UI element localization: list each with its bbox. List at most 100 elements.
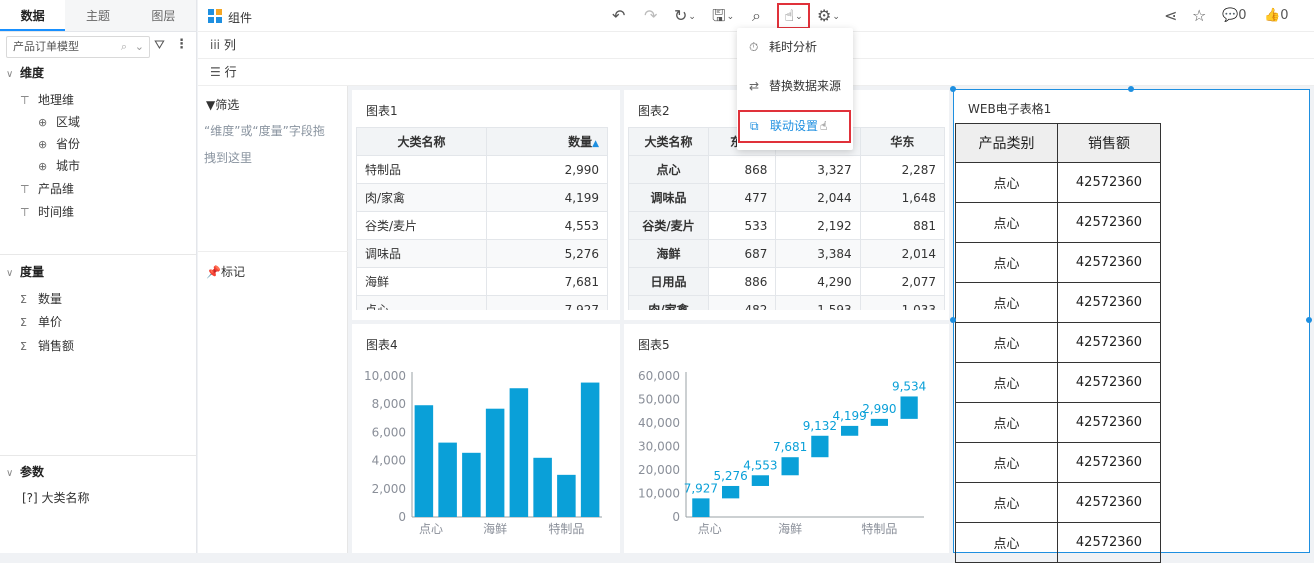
refresh-icon[interactable]: ↻⌄ xyxy=(674,6,696,27)
swap-icon: ⇄ xyxy=(749,79,760,93)
table-cell: 3,384 xyxy=(775,239,861,268)
save-icon[interactable]: 🖫⌄ xyxy=(712,6,734,27)
x-tick-label: 海鲜 xyxy=(483,521,507,536)
settings-icon[interactable]: ⚙⌄ xyxy=(817,6,840,27)
table-row[interactable]: 点心 42572360 xyxy=(955,442,1161,483)
chart4-card[interactable]: 图表4 0 2,000 4,000 6,000 8,000 10,000 点心 海鲜 特制品 xyxy=(352,324,620,553)
y-tick-label: 10,000 xyxy=(364,369,406,383)
collapse-icon: ∨ xyxy=(6,468,14,479)
bar xyxy=(692,498,710,517)
table-row[interactable]: 点心 42572360 xyxy=(955,362,1161,403)
table-row[interactable]: 肉/家禽 482 1,593 1,033 xyxy=(628,295,945,310)
model-select[interactable]: 产品订单模型 ⌕ ⌄ xyxy=(6,36,150,58)
table-cell: 肉/家禽 xyxy=(356,183,487,212)
table-row[interactable]: 点心 42572360 xyxy=(955,242,1161,283)
table-cell: 42572360 xyxy=(1057,322,1161,363)
sort-icon[interactable]: ▲ xyxy=(592,139,599,149)
comment-button[interactable]: 💬0 xyxy=(1222,6,1246,26)
table-row[interactable]: 海鲜 687 3,384 2,014 xyxy=(628,239,945,268)
redo-icon[interactable]: ↷ xyxy=(644,6,657,26)
menu-item-timing[interactable]: ⏱ 耗时分析 xyxy=(749,37,817,57)
resize-handle[interactable] xyxy=(950,86,956,92)
star-icon[interactable]: ☆ xyxy=(1192,6,1206,26)
table-row[interactable]: 点心 42572360 xyxy=(955,282,1161,323)
chevron-down-icon[interactable]: ⌄ xyxy=(135,37,144,57)
measure-label: 单价 xyxy=(38,315,63,329)
tab-data[interactable]: 数据 xyxy=(0,0,66,31)
y-tick-label: 0 xyxy=(672,510,680,524)
table-row[interactable]: 谷类/麦片 4,553 xyxy=(356,211,608,240)
collapse-icon: ∨ xyxy=(6,69,14,80)
tree-item-province[interactable]: ⊕ 省份 xyxy=(38,135,80,152)
table-cell: 42572360 xyxy=(1057,402,1161,443)
chart1-card[interactable]: 图表1 大类名称 数量▲ 特制品 2,990 肉/家禽 4,199 谷类/麦片 4,553… xyxy=(352,90,620,320)
table-row[interactable]: 点心 7,927 xyxy=(356,295,608,310)
resize-handle[interactable] xyxy=(1128,86,1134,92)
table-row[interactable]: 调味品 477 2,044 1,648 xyxy=(628,183,945,212)
table-row[interactable]: 点心 868 3,327 2,287 xyxy=(628,155,945,184)
interaction-menu: ⏱ 耗时分析 ⇄ 替换数据来源 ⧉ 联动设置 ☝ xyxy=(737,28,853,150)
param-item[interactable]: [?] 大类名称 xyxy=(22,489,90,506)
table-row[interactable]: 点心 42572360 xyxy=(955,202,1161,243)
table-row[interactable]: 日用品 886 4,290 2,077 xyxy=(628,267,945,296)
measure-item[interactable]: Σ 销售额 xyxy=(20,337,74,354)
web-spreadsheet[interactable]: WEB电子表格1 产品类别 销售额 点心 42572360 点心 42572360 点心… xyxy=(953,89,1310,563)
column-header[interactable]: 销售额 xyxy=(1057,123,1161,163)
tree-item-region[interactable]: ⊕ 区域 xyxy=(38,113,80,130)
search-icon[interactable]: ⌕ xyxy=(121,37,127,57)
table-row[interactable]: 调味品 5,276 xyxy=(356,239,608,268)
table-cell: 42572360 xyxy=(1057,282,1161,323)
bar xyxy=(580,382,600,517)
table-cell: 调味品 xyxy=(356,239,487,268)
table-cell: 2,990 xyxy=(486,155,608,184)
like-button[interactable]: 👍0 xyxy=(1264,6,1288,26)
table-row[interactable]: 谷类/麦片 533 2,192 881 xyxy=(628,211,945,240)
preview-icon[interactable]: ⌕ xyxy=(752,6,761,26)
measure-item[interactable]: Σ 单价 xyxy=(20,313,62,330)
resize-handle[interactable] xyxy=(950,317,956,323)
column-header[interactable]: 产品类别 xyxy=(955,123,1058,163)
bar xyxy=(557,474,576,517)
table-cell: 868 xyxy=(707,155,777,184)
tree-item-geo[interactable]: ⊤ 地理维 xyxy=(20,91,74,108)
interaction-button[interactable]: ☝⌄ xyxy=(777,3,810,29)
tree-item-time[interactable]: ⊤ 时间维 xyxy=(20,203,74,220)
table-row[interactable]: 海鲜 7,681 xyxy=(356,267,608,296)
chart5-card[interactable]: 图表5 0 10,000 20,000 30,000 40,000 50,000 60,00… xyxy=(624,324,949,553)
undo-icon[interactable]: ↶ xyxy=(612,6,625,26)
table-row[interactable]: 点心 42572360 xyxy=(955,522,1161,563)
column-header[interactable]: 大类名称 xyxy=(628,127,709,156)
column-header-quantity[interactable]: 数量▲ xyxy=(486,127,608,156)
menu-item-linkage[interactable]: ⧉ 联动设置 ☝ xyxy=(738,110,851,143)
tab-layers[interactable]: 图层 xyxy=(130,0,196,31)
param-section[interactable]: ∨ 参数 xyxy=(6,463,44,480)
table-row[interactable]: 点心 42572360 xyxy=(955,322,1161,363)
column-header[interactable]: 华东 xyxy=(859,127,945,156)
dimension-section[interactable]: ∨ 维度 xyxy=(6,64,44,81)
filter-settings-icon[interactable]: ⛛ xyxy=(154,38,165,53)
column-header[interactable]: 大类名称 xyxy=(356,127,487,156)
tab-theme[interactable]: 主题 xyxy=(65,0,131,31)
measure-title: 度量 xyxy=(20,265,45,279)
resize-handle[interactable] xyxy=(1306,317,1312,323)
filter-drop-hint[interactable]: “维度”或“度量”字段拖拽到这里 xyxy=(204,118,332,172)
share-icon[interactable]: ⋖ xyxy=(1164,6,1177,26)
table-row[interactable]: 特制品 2,990 xyxy=(356,155,608,184)
table-cell: 海鲜 xyxy=(628,239,709,268)
table-row[interactable]: 点心 42572360 xyxy=(955,402,1161,443)
table-row[interactable]: 点心 42572360 xyxy=(955,162,1161,203)
menu-item-replace-source[interactable]: ⇄ 替换数据来源 xyxy=(749,76,841,96)
measure-item[interactable]: Σ 数量 xyxy=(20,290,62,307)
measure-label: 销售额 xyxy=(38,339,75,353)
tree-item-city[interactable]: ⊕ 城市 xyxy=(38,157,80,174)
table-row[interactable]: 点心 42572360 xyxy=(955,482,1161,523)
bar xyxy=(751,475,770,486)
table-cell: 42572360 xyxy=(1057,522,1161,563)
measure-section[interactable]: ∨ 度量 xyxy=(6,263,44,280)
tree-item-product[interactable]: ⊤ 产品维 xyxy=(20,180,74,197)
table-cell: 42572360 xyxy=(1057,202,1161,243)
more-icon[interactable]: ⋮ xyxy=(175,37,188,52)
data-label: 7,681 xyxy=(773,440,807,454)
thumb-up-icon: 👍 xyxy=(1264,8,1281,23)
table-row[interactable]: 肉/家禽 4,199 xyxy=(356,183,608,212)
